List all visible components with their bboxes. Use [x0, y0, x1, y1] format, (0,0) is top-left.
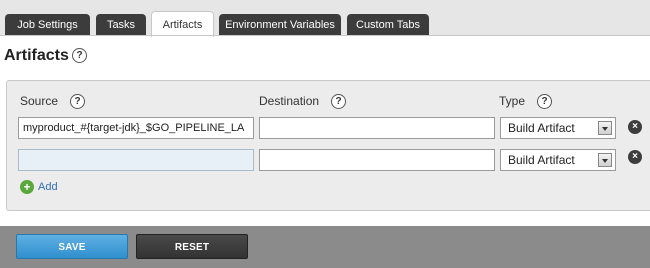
tab-environment-variables[interactable]: Environment Variables: [219, 14, 341, 36]
tab-divider: [0, 35, 650, 36]
reset-button[interactable]: RESET: [136, 234, 248, 259]
type-select[interactable]: Build Artifact: [500, 117, 616, 139]
close-circle-icon[interactable]: ×: [628, 150, 642, 164]
type-select[interactable]: Build Artifact: [500, 149, 616, 171]
source-column-header: Source?: [20, 94, 86, 110]
question-icon[interactable]: ?: [331, 94, 347, 110]
source-input[interactable]: [18, 149, 254, 171]
question-icon[interactable]: ?: [537, 94, 553, 110]
plus-circle-icon[interactable]: +: [20, 180, 34, 194]
add-label[interactable]: Add: [38, 181, 58, 193]
source-label: Source: [20, 94, 59, 108]
destination-column-header: Destination?: [259, 94, 347, 110]
type-select-value: Build Artifact: [508, 121, 575, 135]
type-column-header: Type?: [499, 94, 553, 110]
close-circle-icon[interactable]: ×: [628, 120, 642, 134]
tab-strip: Job Settings Tasks Artifacts Environment…: [0, 0, 650, 37]
source-input[interactable]: myproduct_#{target-jdk}_$GO_PIPELINE_LA: [18, 117, 254, 139]
destination-label: Destination: [259, 94, 320, 108]
type-select-value: Build Artifact: [508, 153, 575, 167]
page-title: Artifacts: [4, 47, 69, 64]
question-icon[interactable]: ?: [70, 94, 86, 110]
type-label: Type: [499, 94, 526, 108]
destination-input[interactable]: [259, 149, 495, 171]
add-artifact-link[interactable]: + Add: [20, 180, 58, 194]
save-button[interactable]: SAVE: [16, 234, 128, 259]
chevron-down-icon[interactable]: [598, 153, 612, 167]
tab-job-settings[interactable]: Job Settings: [5, 14, 90, 36]
destination-input[interactable]: [259, 117, 495, 139]
chevron-down-icon[interactable]: [598, 121, 612, 135]
tab-artifacts[interactable]: Artifacts: [151, 11, 214, 37]
tab-tasks[interactable]: Tasks: [96, 14, 146, 36]
tab-custom-tabs[interactable]: Custom Tabs: [347, 14, 429, 36]
question-icon[interactable]: ?: [72, 48, 87, 63]
